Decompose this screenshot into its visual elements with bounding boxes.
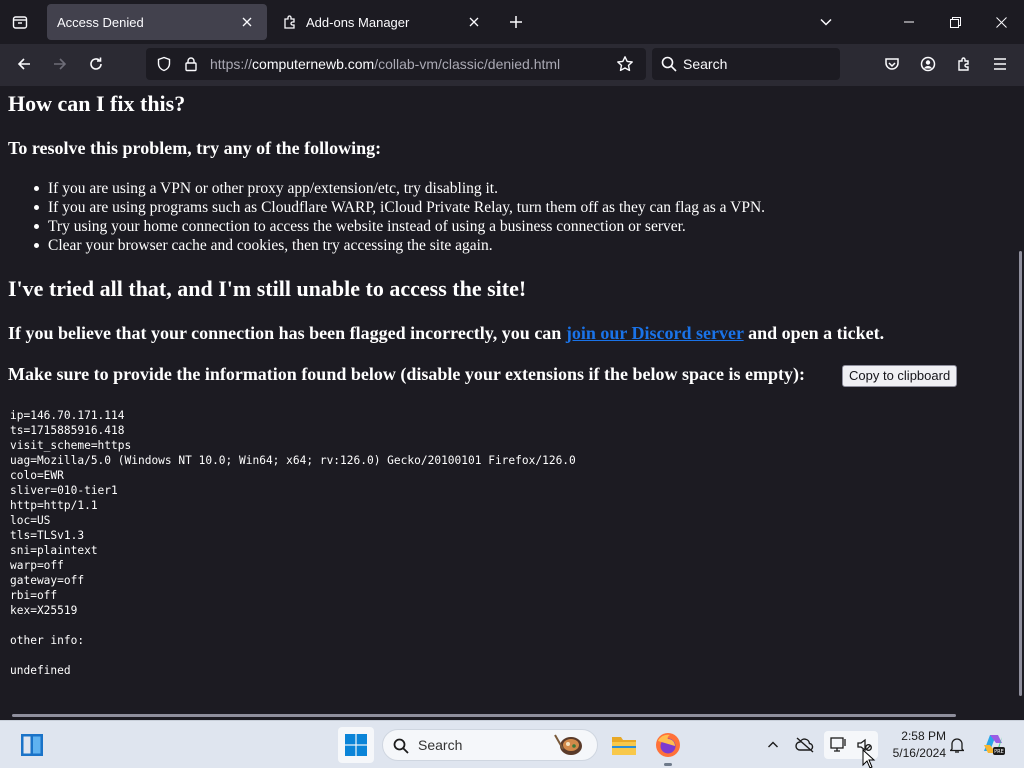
mouse-cursor-icon bbox=[862, 748, 876, 768]
vertical-scrollbar[interactable] bbox=[1016, 86, 1024, 720]
tab-close-button[interactable] bbox=[237, 12, 257, 32]
chevron-up-icon bbox=[768, 741, 778, 748]
flagged-text-before: If you believe that your connection has … bbox=[8, 323, 566, 343]
tab-close-button[interactable] bbox=[464, 12, 484, 32]
firefox-taskbar-button[interactable] bbox=[652, 729, 684, 761]
tips-list: If you are using a VPN or other proxy ap… bbox=[33, 179, 766, 255]
tab-title: Add-ons Manager bbox=[306, 14, 410, 30]
account-button[interactable] bbox=[914, 50, 942, 78]
back-button[interactable] bbox=[10, 50, 38, 78]
extensions-button[interactable] bbox=[950, 50, 978, 78]
bell-icon bbox=[950, 738, 964, 753]
widgets-icon bbox=[21, 734, 43, 756]
pocket-button[interactable] bbox=[878, 50, 906, 78]
hamburger-menu-icon bbox=[994, 58, 1006, 70]
star-icon[interactable] bbox=[616, 55, 634, 73]
search-icon bbox=[661, 56, 677, 72]
pocket-icon bbox=[885, 58, 899, 70]
minimize-button[interactable] bbox=[886, 0, 932, 44]
taskbar-clock[interactable]: 2:58 PM 5/16/2024 bbox=[880, 728, 946, 762]
copilot-icon: PRE bbox=[984, 735, 1005, 755]
restore-button[interactable] bbox=[932, 0, 978, 44]
search-icon bbox=[393, 738, 409, 754]
lock-icon[interactable] bbox=[183, 56, 199, 72]
firefox-icon bbox=[656, 733, 680, 757]
search-bar-label: Search bbox=[683, 56, 728, 72]
onedrive-button[interactable] bbox=[792, 733, 818, 757]
tip-item: If you are using a VPN or other proxy ap… bbox=[33, 179, 765, 198]
reload-button[interactable] bbox=[82, 50, 110, 78]
heading-how-to-fix: How can I fix this? bbox=[8, 91, 186, 116]
chevron-down-icon bbox=[820, 18, 832, 26]
trace-info-block: ip=146.70.171.114 ts=1715885916.418 visi… bbox=[10, 409, 576, 677]
search-highlight-icon bbox=[551, 732, 585, 758]
file-explorer-button[interactable] bbox=[608, 729, 640, 761]
flagged-text-after: and open a ticket. bbox=[743, 323, 885, 343]
tip-item: Clear your browser cache and cookies, th… bbox=[33, 236, 765, 255]
url-scheme: https:// bbox=[210, 56, 253, 72]
tab-strip: Access Denied Add-ons Manager bbox=[0, 0, 1024, 44]
clock-time: 2:58 PM bbox=[901, 729, 946, 743]
window-close-button[interactable] bbox=[978, 0, 1024, 44]
display-icon bbox=[830, 737, 846, 752]
app-menu-button[interactable] bbox=[986, 50, 1014, 78]
firefox-view-button[interactable] bbox=[6, 8, 34, 36]
close-icon bbox=[469, 17, 479, 27]
provide-info-text: Make sure to provide the information fou… bbox=[8, 364, 806, 384]
arrow-right-icon bbox=[54, 58, 67, 70]
tip-item: Try using your home connection to access… bbox=[33, 217, 765, 236]
flagged-incorrectly-text: If you believe that your connection has … bbox=[8, 323, 884, 344]
notifications-button[interactable] bbox=[946, 733, 968, 757]
windows-logo-icon bbox=[345, 734, 367, 756]
horizontal-scrollbar[interactable] bbox=[12, 714, 956, 717]
search-bar[interactable]: Search bbox=[652, 48, 840, 80]
widgets-button[interactable] bbox=[16, 729, 48, 761]
folder-icon bbox=[612, 737, 636, 755]
puzzle-piece-icon bbox=[282, 14, 298, 30]
close-icon bbox=[242, 17, 252, 27]
url-path: /collab-vm/classic/denied.html bbox=[374, 56, 561, 72]
navigation-toolbar: https://computernewb.com/collab-vm/class… bbox=[0, 44, 1024, 86]
vertical-scrollbar-thumb[interactable] bbox=[1019, 251, 1022, 696]
restore-icon bbox=[949, 16, 961, 28]
discord-server-link[interactable]: join our Discord server bbox=[566, 323, 744, 343]
reload-icon bbox=[90, 57, 102, 70]
copy-to-clipboard-button[interactable]: Copy to clipboard bbox=[842, 365, 958, 387]
address-bar[interactable]: https://computernewb.com/collab-vm/class… bbox=[146, 48, 646, 80]
firefox-running-indicator bbox=[664, 763, 672, 766]
tab-addons-manager[interactable]: Add-ons Manager bbox=[272, 4, 494, 40]
arrow-left-icon bbox=[17, 58, 30, 70]
start-button[interactable] bbox=[338, 727, 374, 763]
svg-text:PRE: PRE bbox=[994, 749, 1004, 755]
tab-title: Access Denied bbox=[57, 14, 144, 30]
puzzle-piece-icon bbox=[958, 57, 969, 71]
copilot-button[interactable]: PRE bbox=[978, 729, 1008, 759]
cloud-off-icon bbox=[795, 737, 814, 753]
heading-still-unable: I've tried all that, and I'm still unabl… bbox=[8, 276, 527, 301]
clock-date: 5/16/2024 bbox=[892, 746, 946, 760]
resolve-heading: To resolve this problem, try any of the … bbox=[8, 138, 382, 158]
show-hidden-icons-button[interactable] bbox=[762, 733, 784, 757]
windows-taskbar: Search 2:58 PM 5/16/2024 PRE bbox=[0, 720, 1024, 768]
close-icon bbox=[995, 16, 1007, 28]
plus-icon bbox=[510, 16, 522, 28]
shield-icon[interactable] bbox=[156, 56, 172, 72]
page-content: How can I fix this? To resolve this prob… bbox=[0, 86, 1024, 720]
firefox-view-icon bbox=[12, 16, 28, 29]
minimize-icon bbox=[904, 21, 914, 23]
taskbar-search-label: Search bbox=[418, 737, 463, 753]
forward-button[interactable] bbox=[46, 50, 74, 78]
url-host: computernewb.com bbox=[252, 56, 375, 72]
list-all-tabs-button[interactable] bbox=[812, 8, 840, 36]
taskbar-search-box[interactable]: Search bbox=[382, 729, 598, 761]
url-text[interactable]: https://computernewb.com/collab-vm/class… bbox=[210, 56, 560, 72]
new-tab-button[interactable] bbox=[502, 8, 530, 36]
tip-item: If you are using programs such as Cloudf… bbox=[33, 199, 766, 216]
account-icon bbox=[920, 56, 936, 72]
tab-access-denied[interactable]: Access Denied bbox=[47, 4, 267, 40]
